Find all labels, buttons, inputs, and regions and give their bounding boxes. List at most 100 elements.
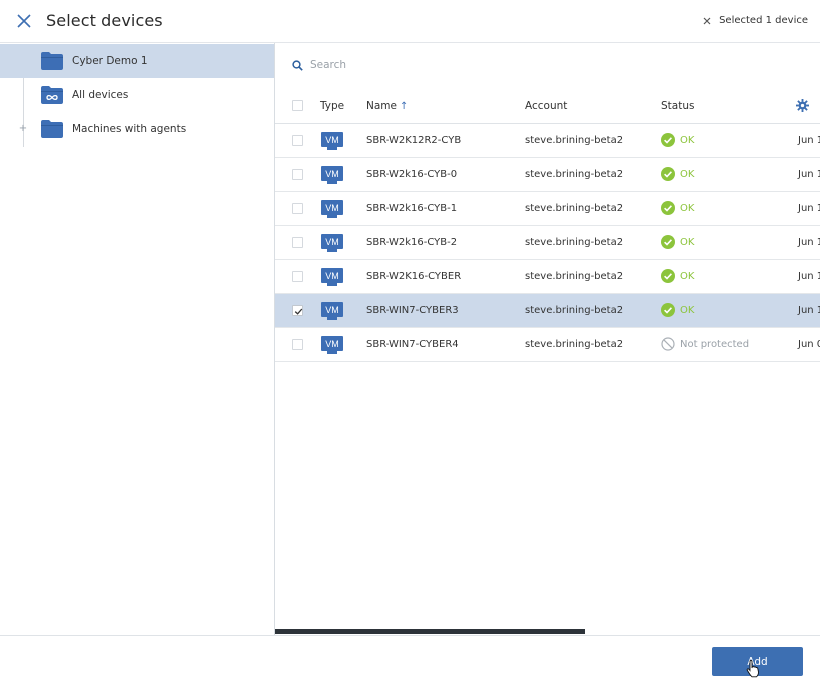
device-date: Jun 1 — [798, 271, 820, 282]
device-account: steve.brining-beta2 — [525, 271, 624, 282]
row-checkbox[interactable] — [292, 237, 303, 248]
vm-label: VM — [325, 305, 339, 315]
table-row[interactable]: VM SBR-W2K12R2-CYB steve.brining-beta2 OK Ju… — [275, 124, 820, 158]
tree-item-label: All devices — [72, 89, 129, 101]
search-input[interactable] — [310, 59, 510, 71]
device-name: SBR-W2k16-CYB-0 — [366, 169, 458, 180]
expand-icon[interactable]: + — [17, 123, 29, 134]
row-checkbox[interactable] — [292, 169, 303, 180]
device-date: Jun 1 — [798, 135, 820, 146]
status-label: OK — [680, 236, 695, 248]
vm-label: VM — [325, 169, 339, 179]
device-name: SBR-W2k16-CYB-1 — [366, 203, 458, 214]
row-checkbox[interactable] — [292, 271, 303, 282]
device-account: steve.brining-beta2 — [525, 305, 624, 316]
table-row[interactable]: VM SBR-W2k16-CYB-2 steve.brining-beta2 OK Ju… — [275, 226, 820, 260]
status-label: OK — [680, 168, 695, 180]
device-date: Jun 1 — [798, 237, 820, 248]
tree-item-cyber-demo-1[interactable]: Cyber Demo 1 — [0, 44, 274, 78]
vm-label: VM — [325, 203, 339, 213]
tree-item-label: Machines with agents — [72, 123, 187, 135]
device-date: Jun 0 — [798, 339, 820, 350]
device-status: OK — [661, 269, 694, 283]
device-account: steve.brining-beta2 — [525, 135, 624, 146]
row-checkbox[interactable] — [292, 135, 303, 146]
device-name: SBR-W2K16-CYBER — [366, 271, 462, 282]
vm-icon: VM — [321, 200, 343, 218]
add-button[interactable]: Add — [712, 647, 803, 676]
device-date: Jun 1 — [798, 169, 820, 180]
search-icon — [292, 59, 303, 71]
column-header-name[interactable]: Name ↑ — [366, 100, 408, 112]
dialog-header: Select devices Selected 1 device — [0, 0, 820, 43]
table-row[interactable]: VM SBR-W2k16-CYB-1 steve.brining-beta2 OK Ju… — [275, 192, 820, 226]
device-date: Jun 1 — [798, 203, 820, 214]
row-checkbox[interactable] — [292, 339, 303, 350]
check-circle-icon — [661, 167, 675, 181]
folder-icon — [41, 120, 63, 138]
device-account: steve.brining-beta2 — [525, 339, 624, 350]
vm-icon: VM — [321, 132, 343, 150]
dialog-title: Select devices — [46, 11, 163, 30]
status-label: OK — [680, 202, 695, 214]
all-devices-icon — [41, 86, 63, 104]
device-status: OK — [661, 235, 694, 249]
check-circle-icon — [661, 201, 675, 215]
vm-icon: VM — [321, 268, 343, 286]
vm-icon: VM — [321, 302, 343, 320]
horizontal-scrollbar[interactable] — [275, 629, 585, 634]
check-circle-icon — [661, 269, 675, 283]
device-name: SBR-W2K12R2-CYB — [366, 135, 462, 146]
vm-label: VM — [325, 339, 339, 349]
deselect-icon[interactable] — [702, 16, 712, 26]
vm-icon: VM — [321, 166, 343, 184]
check-circle-icon — [661, 133, 675, 147]
selected-count-label: Selected 1 device — [719, 15, 808, 26]
device-name: SBR-WIN7-CYBER4 — [366, 339, 459, 350]
table-row[interactable]: VM SBR-W2k16-CYB-0 steve.brining-beta2 OK Ju… — [275, 158, 820, 192]
device-name: SBR-W2k16-CYB-2 — [366, 237, 458, 248]
tree-item-label: Cyber Demo 1 — [72, 55, 148, 67]
status-label: Not protected — [680, 338, 750, 350]
device-account: steve.brining-beta2 — [525, 237, 624, 248]
search-bar — [292, 59, 510, 71]
check-circle-icon — [661, 303, 675, 317]
table-body: VM SBR-W2K12R2-CYB steve.brining-beta2 OK Ju… — [275, 124, 820, 362]
tree-item-all-devices[interactable]: All devices — [0, 78, 274, 112]
vm-label: VM — [325, 237, 339, 247]
device-name: SBR-WIN7-CYBER3 — [366, 305, 459, 316]
status-label: OK — [680, 134, 695, 146]
column-header-account[interactable]: Account — [525, 100, 567, 112]
device-status: OK — [661, 201, 694, 215]
device-account: steve.brining-beta2 — [525, 203, 624, 214]
table-row[interactable]: VM SBR-WIN7-CYBER3 steve.brining-beta2 OK Ju… — [275, 294, 820, 328]
device-date: Jun 1 — [798, 305, 820, 316]
device-account: steve.brining-beta2 — [525, 169, 624, 180]
device-list-panel: Type Name↑ Account Status VM SBR-W2K12R2-… — [275, 43, 820, 635]
device-status: OK — [661, 303, 694, 317]
status-label: OK — [680, 270, 695, 282]
row-checkbox[interactable] — [292, 203, 303, 214]
devices-table: Type Name ↑ Account Status VM SBR-W2K12R2-… — [275, 89, 820, 362]
select-all-checkbox[interactable] — [292, 100, 303, 111]
column-header-type[interactable]: Type — [320, 100, 344, 112]
selected-count: Selected 1 device — [702, 15, 808, 26]
device-status: OK — [661, 133, 694, 147]
gear-icon[interactable] — [796, 99, 809, 112]
vm-label: VM — [325, 135, 339, 145]
device-status: OK — [661, 167, 694, 181]
table-row[interactable]: VM SBR-WIN7-CYBER4 steve.brining-beta2 Not … — [275, 328, 820, 362]
vm-icon: VM — [321, 336, 343, 354]
table-row[interactable]: VM SBR-W2K16-CYBER steve.brining-beta2 OK Ju… — [275, 260, 820, 294]
row-checkbox[interactable] — [292, 305, 303, 316]
column-header-status[interactable]: Status — [661, 100, 694, 112]
folder-icon — [41, 52, 63, 70]
status-label: OK — [680, 304, 695, 316]
sort-ascending-icon: ↑ — [399, 101, 409, 112]
table-header: Type Name ↑ Account Status — [275, 89, 820, 124]
close-icon[interactable] — [14, 11, 34, 31]
vm-label: VM — [325, 271, 339, 281]
vm-icon: VM — [321, 234, 343, 252]
tree-item-machines-with-agents[interactable]: + Machines with agents — [0, 112, 274, 146]
dialog-footer: Add — [0, 635, 820, 682]
